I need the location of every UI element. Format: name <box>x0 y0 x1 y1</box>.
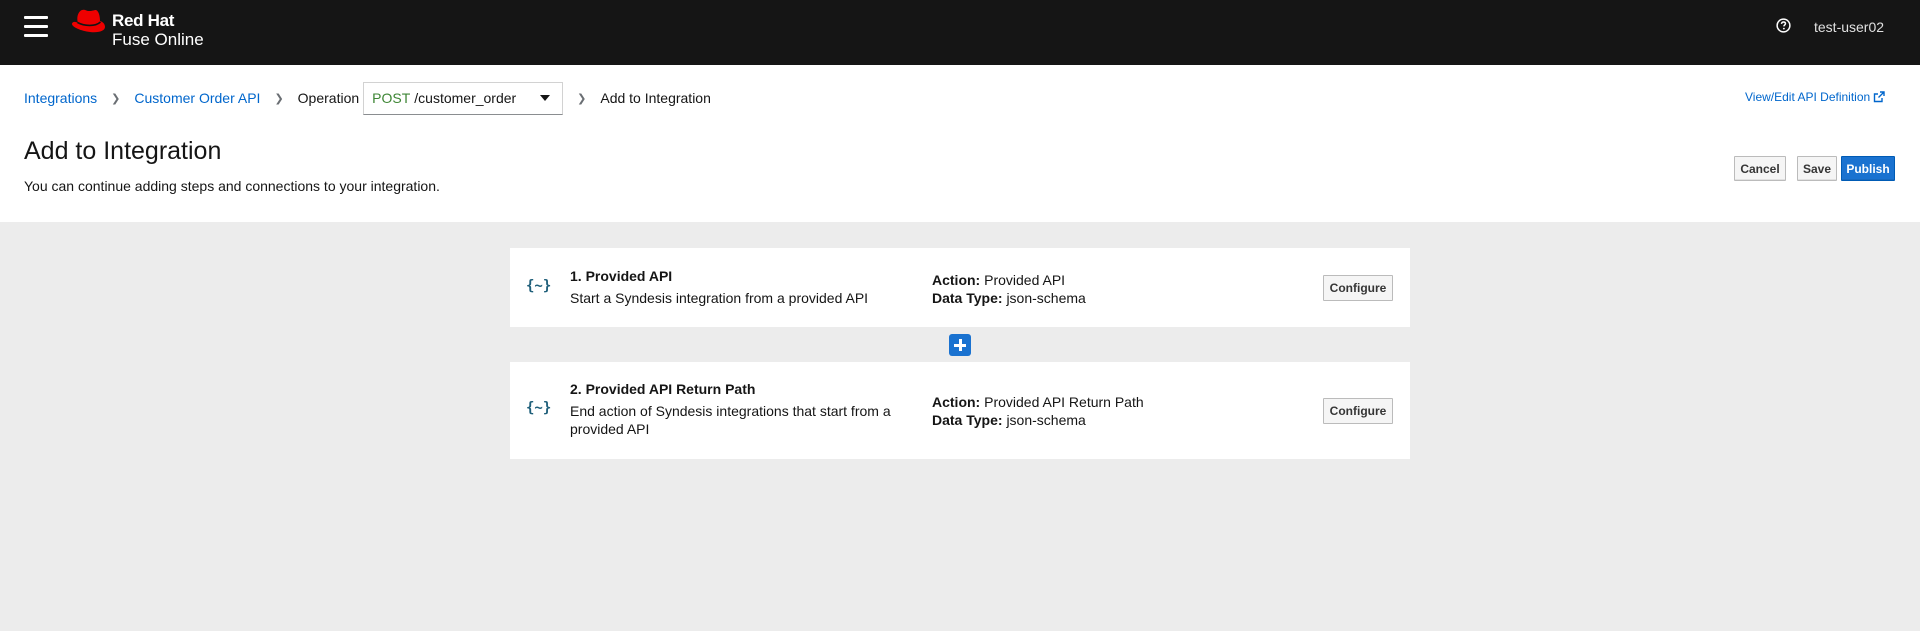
page-title: Add to Integration <box>24 137 222 165</box>
breadcrumb-integrations[interactable]: Integrations <box>24 90 97 106</box>
masthead: Red Hat Fuse Online test-user02 <box>0 0 1920 65</box>
external-link-icon <box>1873 91 1885 103</box>
product-name: Fuse Online <box>112 30 204 49</box>
user-menu[interactable]: test-user02 <box>1814 19 1884 35</box>
step-title: 2. Provided API Return Path <box>570 381 756 397</box>
configure-button[interactable]: Configure <box>1323 275 1393 301</box>
save-button[interactable]: Save <box>1797 156 1837 181</box>
action-value: Provided API Return Path <box>984 394 1144 410</box>
datatype-label: Data Type: <box>932 412 1003 428</box>
curly-braces-api-icon: {~} <box>526 278 552 294</box>
step-description: End action of Syndesis integrations that… <box>570 403 891 437</box>
integration-step-1: {~} 1. Provided API Start a Syndesis int… <box>510 248 1410 327</box>
step-description: Start a Syndesis integration from a prov… <box>570 290 869 306</box>
hamburger-menu-icon[interactable] <box>24 16 48 38</box>
step-meta: Action: Provided API Return Path Data Ty… <box>932 393 1144 429</box>
datatype-label: Data Type: <box>932 290 1003 306</box>
caret-down-icon <box>540 95 551 101</box>
help-circle-icon[interactable] <box>1776 18 1791 33</box>
chevron-right-icon: ❯ <box>577 92 587 105</box>
action-label: Action: <box>932 394 981 410</box>
step-title: 1. Provided API <box>570 268 673 284</box>
chevron-right-icon: ❯ <box>111 92 121 105</box>
action-label: Action: <box>932 272 981 288</box>
page-subtitle: You can continue adding steps and connec… <box>24 178 440 194</box>
breadcrumb-current: Add to Integration <box>600 90 711 106</box>
chevron-right-icon: ❯ <box>274 92 284 105</box>
breadcrumb-operation-label: Operation <box>297 90 360 106</box>
cancel-button[interactable]: Cancel <box>1734 156 1786 181</box>
brand-name: Red Hat <box>112 11 175 30</box>
breadcrumb-customer-order-api[interactable]: Customer Order API <box>134 90 260 106</box>
add-step-plus-icon[interactable] <box>949 334 971 356</box>
integration-step-2: {~} 2. Provided API Return Path End acti… <box>510 362 1410 459</box>
operation-select[interactable]: POST /customer_order <box>363 81 564 115</box>
breadcrumb: Integrations ❯ Customer Order API ❯ Oper… <box>24 81 715 115</box>
action-value: Provided API <box>984 272 1066 288</box>
view-edit-label: View/Edit API Definition <box>1745 90 1871 104</box>
view-edit-api-definition-link[interactable]: View/Edit API Definition <box>1745 90 1885 104</box>
configure-button[interactable]: Configure <box>1323 398 1393 424</box>
page-header: Integrations ❯ Customer Order API ❯ Oper… <box>0 65 1920 222</box>
brand-logo[interactable]: Red Hat Fuse Online <box>70 6 220 56</box>
curly-braces-api-icon: {~} <box>526 400 552 416</box>
operation-method: POST <box>372 90 411 106</box>
red-hat-fedora-logo <box>72 9 105 33</box>
publish-button[interactable]: Publish <box>1841 156 1895 181</box>
step-meta: Action: Provided API Data Type: json-sch… <box>932 271 1086 307</box>
operation-path: /customer_order <box>414 90 517 106</box>
datatype-value: json-schema <box>1006 412 1086 428</box>
datatype-value: json-schema <box>1006 290 1086 306</box>
